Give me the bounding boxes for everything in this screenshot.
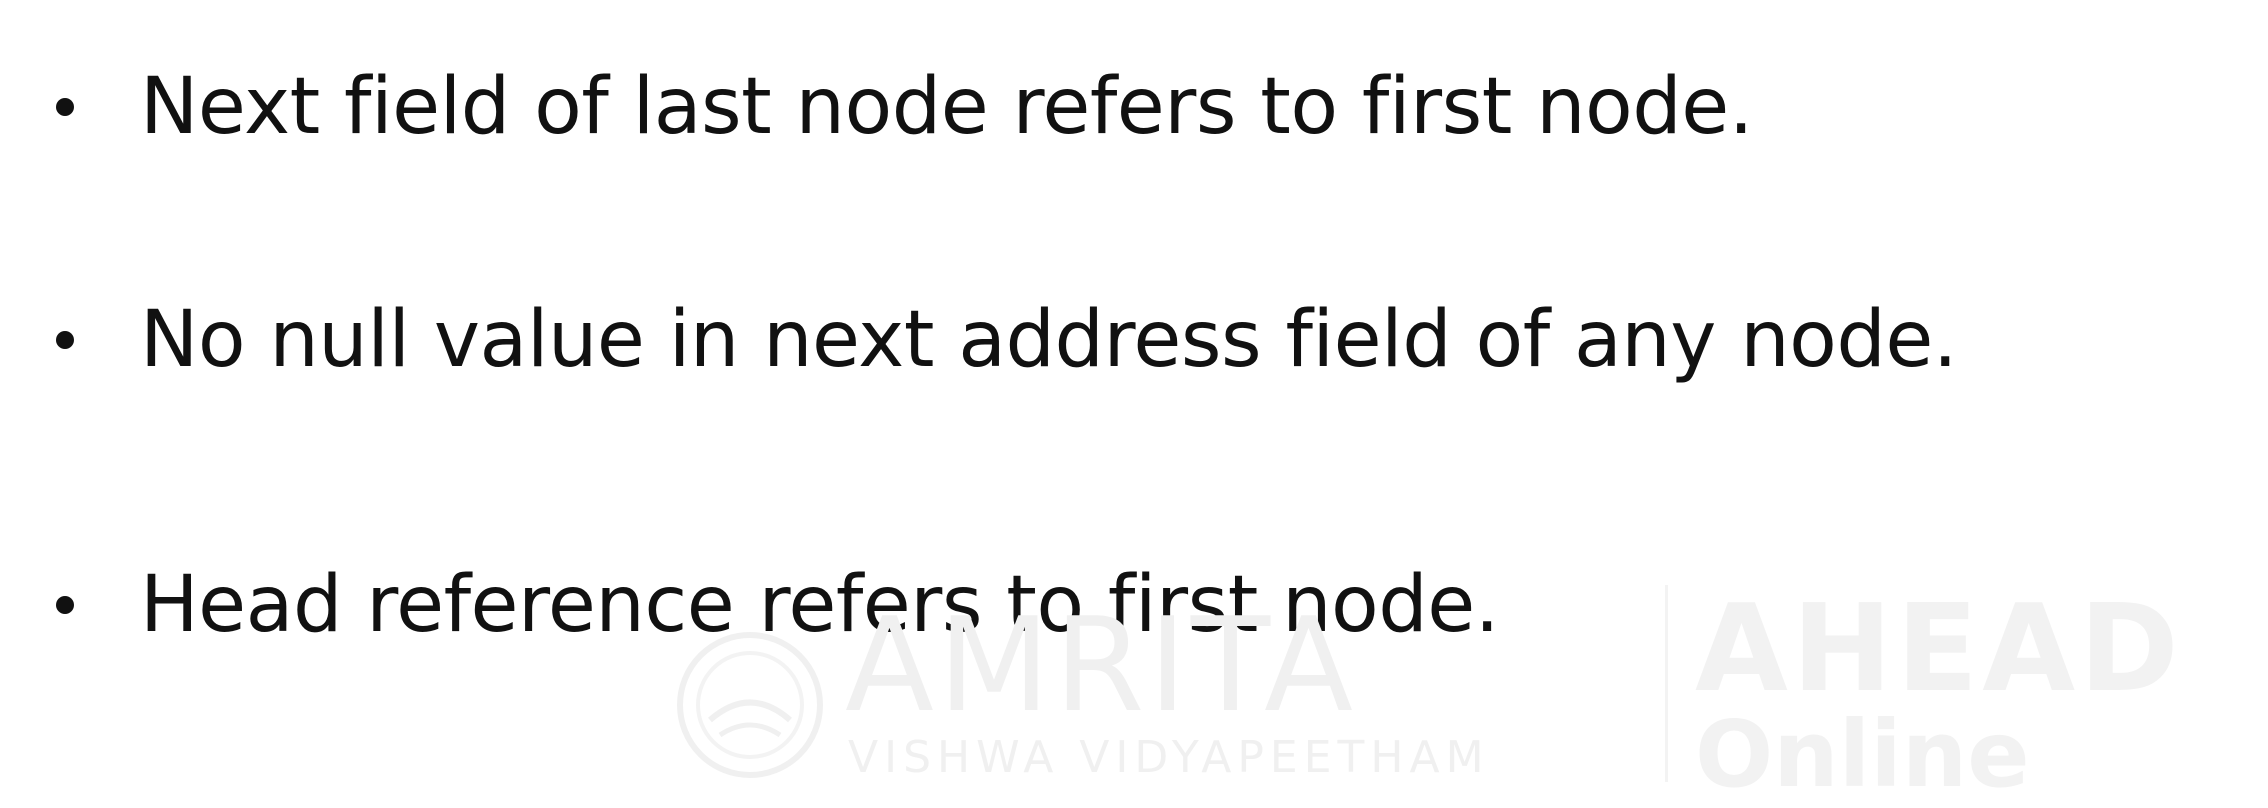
bullet-text: Next field of last node refers to first … bbox=[140, 62, 1754, 152]
watermark-tagline: VISHWA VIDYAPEETHAM bbox=[848, 732, 1490, 783]
bullet-point-icon bbox=[56, 98, 74, 116]
bullet-item: No null value in next address field of a… bbox=[0, 285, 2200, 395]
bullet-text: Head reference refers to first node. bbox=[140, 560, 1500, 650]
bullet-item: Next field of last node refers to first … bbox=[0, 52, 2200, 162]
bullet-point-icon bbox=[56, 596, 74, 614]
watermark-product-sub: Online bbox=[1695, 701, 2030, 808]
slide: Next field of last node refers to first … bbox=[0, 0, 2268, 805]
bullet-item: Head reference refers to first node. bbox=[0, 550, 2200, 660]
bullet-text: No null value in next address field of a… bbox=[140, 295, 1958, 385]
bullet-point-icon bbox=[56, 331, 74, 349]
